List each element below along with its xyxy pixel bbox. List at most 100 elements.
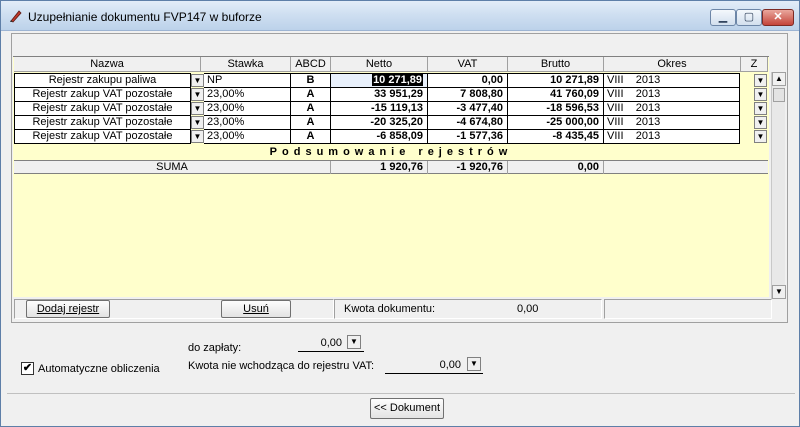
do-zaplaty-label: do zapłaty: xyxy=(188,342,242,354)
table-row[interactable]: Rejestr zakup VAT pozostałe ▼ 23,00% A -… xyxy=(14,101,768,116)
row-stawka[interactable]: NP xyxy=(204,73,291,88)
dokument-button[interactable]: << Dokument xyxy=(370,398,444,419)
table-row[interactable]: Rejestr zakupu paliwa ▼ NP B 10 271,89 0… xyxy=(14,73,768,88)
summary-title: Podsumowanie rejestrów xyxy=(269,146,513,158)
table-row[interactable]: Rejestr zakup VAT pozostałe ▼ 23,00% A 3… xyxy=(14,87,768,102)
row-okres[interactable]: VIII 2013 xyxy=(604,115,740,130)
summary-row: SUMA 1 920,76 -1 920,76 0,00 xyxy=(14,160,768,174)
row-okres-month: VIII xyxy=(607,102,624,114)
row-vat[interactable]: -4 674,80 xyxy=(428,115,508,130)
row-vat[interactable]: 7 808,80 xyxy=(428,87,508,102)
row-brutto[interactable]: 10 271,89 xyxy=(508,73,604,88)
minimize-button[interactable]: ▁ xyxy=(710,9,736,26)
row-vat[interactable]: -1 577,36 xyxy=(428,129,508,144)
summary-netto: 1 920,76 xyxy=(331,161,428,174)
col-header-stawka[interactable]: Stawka xyxy=(201,57,291,72)
row-nazwa[interactable]: Rejestr zakup VAT pozostałe xyxy=(14,129,191,144)
row-brutto[interactable]: -25 000,00 xyxy=(508,115,604,130)
dropdown-icon[interactable]: ▼ xyxy=(754,74,767,87)
title-bar[interactable]: Uzupełnianie dokumentu FVP1 47 w buforze… xyxy=(1,1,799,31)
scroll-down-icon[interactable]: ▼ xyxy=(772,285,786,299)
dropdown-icon[interactable]: ▼ xyxy=(754,88,767,101)
add-register-button[interactable]: Dodaj rejestr xyxy=(26,300,110,318)
col-header-brutto[interactable]: Brutto xyxy=(508,57,604,72)
scroll-thumb[interactable] xyxy=(773,88,785,102)
kwota-dokumentu-label: Kwota dokumentu: xyxy=(344,303,436,315)
col-header-okres[interactable]: Okres xyxy=(604,57,741,72)
row-netto[interactable]: -15 119,13 xyxy=(331,101,428,116)
vertical-scrollbar[interactable]: ▲ ▼ xyxy=(771,72,786,299)
row-stawka[interactable]: 23,00% xyxy=(204,129,291,144)
row-abcd[interactable]: A xyxy=(291,129,331,144)
row-nazwa[interactable]: Rejestr zakup VAT pozostałe xyxy=(14,101,191,116)
scroll-up-icon[interactable]: ▲ xyxy=(772,72,786,86)
row-okres[interactable]: VIII 2013 xyxy=(604,101,740,116)
row-brutto[interactable]: -8 435,45 xyxy=(508,129,604,144)
row-stawka[interactable]: 23,00% xyxy=(204,101,291,116)
kwota-nie-dropdown-icon[interactable]: ▼ xyxy=(467,357,481,371)
auto-calc-label[interactable]: Automatyczne obliczenia xyxy=(38,363,160,375)
table-row[interactable]: Rejestr zakup VAT pozostałe ▼ 23,00% A -… xyxy=(14,115,768,130)
row-abcd[interactable]: A xyxy=(291,87,331,102)
row-okres-year: 2013 xyxy=(635,130,661,142)
row-brutto[interactable]: -18 596,53 xyxy=(508,101,604,116)
row-okres[interactable]: VIII 2013 xyxy=(604,87,740,102)
dropdown-icon[interactable]: ▼ xyxy=(754,116,767,129)
row-nazwa[interactable]: Rejestr zakupu paliwa xyxy=(14,73,191,88)
buffer-count: 47 w buforze xyxy=(193,10,262,24)
row-abcd[interactable]: B xyxy=(291,73,331,88)
do-zaplaty-dropdown-icon[interactable]: ▼ xyxy=(347,335,361,349)
dropdown-icon[interactable]: ▼ xyxy=(191,88,204,101)
row-okres[interactable]: VIII 2013 xyxy=(604,129,740,144)
row-netto[interactable]: 10 271,89 xyxy=(331,73,428,88)
row-stawka[interactable]: 23,00% xyxy=(204,87,291,102)
close-button[interactable]: ✕ xyxy=(762,9,794,26)
col-header-vat[interactable]: VAT xyxy=(428,57,508,72)
row-okres-month: VIII xyxy=(607,74,624,86)
row-netto[interactable]: 33 951,29 xyxy=(331,87,428,102)
row-netto[interactable]: -20 325,20 xyxy=(331,115,428,130)
table-row[interactable]: Rejestr zakup VAT pozostałe ▼ 23,00% A -… xyxy=(14,129,768,144)
dropdown-icon[interactable]: ▼ xyxy=(191,116,204,129)
kwota-nie-label: Kwota nie wchodząca do rejestru VAT: xyxy=(188,360,375,372)
footer-empty-area xyxy=(604,299,772,319)
row-vat[interactable]: -3 477,40 xyxy=(428,101,508,116)
summary-label: SUMA xyxy=(14,161,331,174)
row-okres[interactable]: VIII 2013 xyxy=(604,73,740,88)
row-okres-month: VIII xyxy=(607,88,624,100)
remove-label: Usuń xyxy=(243,303,269,315)
dropdown-icon[interactable]: ▼ xyxy=(754,130,767,143)
row-stawka[interactable]: 23,00% xyxy=(204,115,291,130)
dropdown-icon[interactable]: ▼ xyxy=(191,74,204,87)
summary-vat: -1 920,76 xyxy=(428,161,508,174)
add-register-label: Dodaj rejestr xyxy=(36,303,100,315)
row-okres-year: 2013 xyxy=(635,88,661,100)
row-nazwa[interactable]: Rejestr zakup VAT pozostałe xyxy=(14,87,191,102)
app-window: Uzupełnianie dokumentu FVP1 47 w buforze… xyxy=(0,0,800,427)
window-title: Uzupełnianie dokumentu FVP1 xyxy=(28,10,194,24)
remove-button[interactable]: Usuń xyxy=(221,300,291,318)
row-okres-month: VIII xyxy=(607,116,624,128)
row-brutto[interactable]: 41 760,09 xyxy=(508,87,604,102)
row-okres-year: 2013 xyxy=(635,116,661,128)
row-netto[interactable]: -6 858,09 xyxy=(331,129,428,144)
row-vat[interactable]: 0,00 xyxy=(428,73,508,88)
maximize-button[interactable]: ▢ xyxy=(736,9,762,26)
col-header-z[interactable]: Z xyxy=(741,57,768,72)
col-header-netto[interactable]: Netto xyxy=(331,57,428,72)
dropdown-icon[interactable]: ▼ xyxy=(754,102,767,115)
row-okres-month: VIII xyxy=(607,130,624,142)
row-abcd[interactable]: A xyxy=(291,101,331,116)
dropdown-icon[interactable]: ▼ xyxy=(191,130,204,143)
grid-footer: Dodaj rejestr Usuń Kwota dokumentu: 0,00 xyxy=(14,299,785,319)
dropdown-icon[interactable]: ▼ xyxy=(191,102,204,115)
row-okres-year: 2013 xyxy=(635,102,661,114)
selected-netto[interactable]: 10 271,89 xyxy=(372,74,423,86)
col-header-abcd[interactable]: ABCD xyxy=(291,57,331,72)
row-nazwa[interactable]: Rejestr zakup VAT pozostałe xyxy=(14,115,191,130)
row-abcd[interactable]: A xyxy=(291,115,331,130)
kwota-dokumentu-value: 0,00 xyxy=(517,303,539,315)
col-header-nazwa[interactable]: Nazwa xyxy=(14,57,201,72)
summary-brutto: 0,00 xyxy=(508,161,604,174)
auto-calc-checkbox[interactable]: ✔ xyxy=(21,362,34,375)
